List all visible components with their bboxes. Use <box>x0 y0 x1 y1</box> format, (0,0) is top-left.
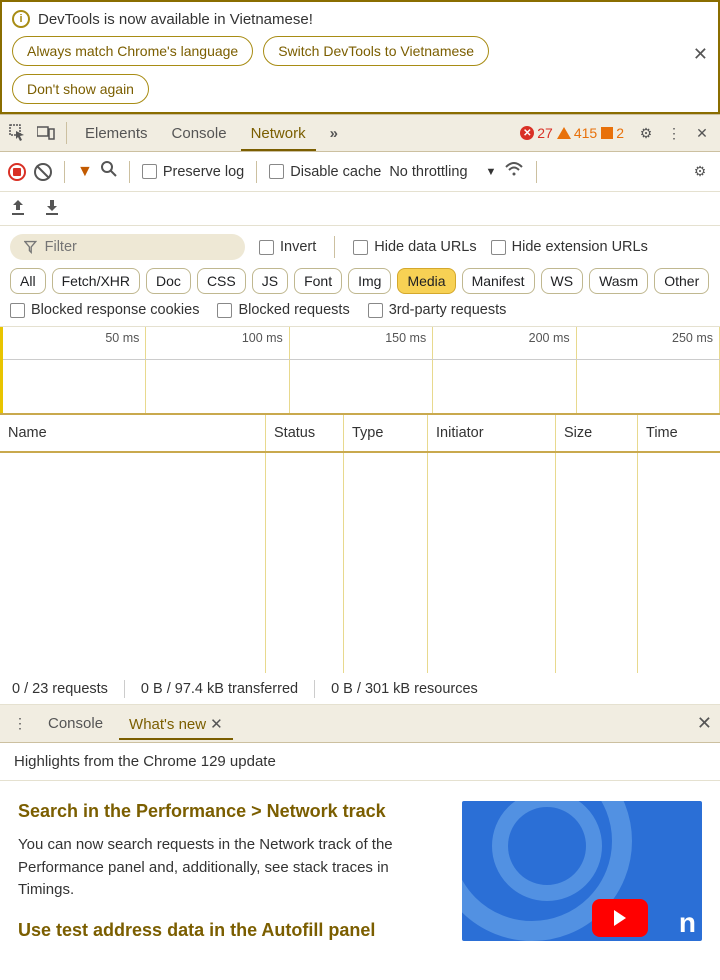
col-status[interactable]: Status <box>266 415 344 451</box>
drawer-tabs: ⋮ Console What's new✕ ✕ <box>0 705 720 743</box>
col-type[interactable]: Type <box>344 415 428 451</box>
col-name[interactable]: Name <box>0 415 266 451</box>
status-transferred: 0 B / 97.4 kB transferred <box>141 681 298 697</box>
switch-language-button[interactable]: Switch DevTools to Vietnamese <box>263 36 489 66</box>
filter-pill-manifest[interactable]: Manifest <box>462 268 535 294</box>
settings-icon[interactable]: ⚙ <box>634 121 658 145</box>
drawer-close-button[interactable]: ✕ <box>697 713 712 734</box>
filter-pill-js[interactable]: JS <box>252 268 288 294</box>
filter-pill-css[interactable]: CSS <box>197 268 246 294</box>
info-icon: i <box>12 10 30 28</box>
blocked-requests-checkbox[interactable]: Blocked requests <box>217 302 349 318</box>
drawer-subtitle: Highlights from the Chrome 129 update <box>0 743 720 781</box>
funnel-icon <box>24 240 37 254</box>
filter-pill-fetchxhr[interactable]: Fetch/XHR <box>52 268 140 294</box>
clear-button[interactable] <box>34 163 52 181</box>
filter-pill-font[interactable]: Font <box>294 268 342 294</box>
disable-cache-checkbox[interactable]: Disable cache <box>269 164 381 180</box>
match-language-button[interactable]: Always match Chrome's language <box>12 36 253 66</box>
drawer-kebab-icon[interactable]: ⋮ <box>8 712 32 736</box>
filter-section: Invert Hide data URLs Hide extension URL… <box>0 226 720 327</box>
banner-close-button[interactable]: ✕ <box>693 44 708 65</box>
col-size[interactable]: Size <box>556 415 638 451</box>
network-conditions-icon[interactable] <box>504 161 524 182</box>
timeline-label: 100 ms <box>242 331 283 345</box>
third-party-checkbox[interactable]: 3rd-party requests <box>368 302 507 318</box>
status-resources: 0 B / 301 kB resources <box>331 681 478 697</box>
close-panel-icon[interactable]: ✕ <box>690 121 714 145</box>
tab-more[interactable]: » <box>320 117 348 150</box>
network-table-header: Name Status Type Initiator Size Time <box>0 415 720 453</box>
filter-icon[interactable]: ▼ <box>77 163 93 181</box>
tab-console[interactable]: Console <box>162 117 237 150</box>
warning-count: 415 <box>574 125 597 141</box>
hide-ext-urls-checkbox[interactable]: Hide extension URLs <box>491 239 648 255</box>
issue-count: 2 <box>616 125 624 141</box>
col-initiator[interactable]: Initiator <box>428 415 556 451</box>
filter-pill-doc[interactable]: Doc <box>146 268 191 294</box>
video-text: n <box>679 907 696 939</box>
filter-pill-ws[interactable]: WS <box>541 268 584 294</box>
timeline-label: 200 ms <box>529 331 570 345</box>
warning-icon <box>557 127 571 139</box>
import-export-row <box>0 192 720 226</box>
drawer-tab-console[interactable]: Console <box>38 709 113 738</box>
col-time[interactable]: Time <box>638 415 720 451</box>
filter-input-wrap[interactable] <box>10 234 245 260</box>
filter-pill-media[interactable]: Media <box>397 268 455 294</box>
filter-pill-wasm[interactable]: Wasm <box>589 268 648 294</box>
kebab-icon[interactable]: ⋮ <box>662 121 686 145</box>
language-banner: i DevTools is now available in Vietnames… <box>0 0 720 114</box>
timeline-label: 150 ms <box>385 331 426 345</box>
tab-elements[interactable]: Elements <box>75 117 158 150</box>
preserve-log-checkbox[interactable]: Preserve log <box>142 164 244 180</box>
inspect-icon[interactable] <box>6 121 30 145</box>
play-icon <box>592 899 648 937</box>
invert-checkbox[interactable]: Invert <box>259 239 316 255</box>
download-icon[interactable] <box>44 198 60 219</box>
upload-icon[interactable] <box>10 198 26 219</box>
timeline-label: 250 ms <box>672 331 713 345</box>
main-toolbar: Elements Console Network » ✕27 415 2 ⚙ ⋮… <box>0 114 720 152</box>
close-tab-icon[interactable]: ✕ <box>210 716 223 733</box>
status-bar: 0 / 23 requests 0 B / 97.4 kB transferre… <box>0 673 720 705</box>
status-requests: 0 / 23 requests <box>12 681 108 697</box>
drawer-tab-whatsnew[interactable]: What's new✕ <box>119 709 233 739</box>
hide-data-urls-checkbox[interactable]: Hide data URLs <box>353 239 476 255</box>
filter-input[interactable] <box>45 239 231 255</box>
timeline-label: 50 ms <box>105 331 139 345</box>
issue-badges[interactable]: ✕27 415 2 <box>520 125 624 141</box>
article-heading-1: Search in the Performance > Network trac… <box>18 801 444 822</box>
whats-new-article: Search in the Performance > Network trac… <box>0 781 720 973</box>
throttling-select[interactable]: No throttling▼ <box>389 164 496 180</box>
issue-icon <box>601 127 613 139</box>
dont-show-button[interactable]: Don't show again <box>12 74 149 104</box>
record-button[interactable] <box>8 163 26 181</box>
video-thumbnail[interactable]: n <box>462 801 702 941</box>
filter-pill-other[interactable]: Other <box>654 268 709 294</box>
banner-title: DevTools is now available in Vietnamese! <box>38 11 313 28</box>
filter-pill-img[interactable]: Img <box>348 268 391 294</box>
device-icon[interactable] <box>34 121 58 145</box>
error-icon: ✕ <box>520 126 534 140</box>
network-settings-icon[interactable]: ⚙ <box>688 160 712 184</box>
search-icon[interactable] <box>101 161 117 182</box>
error-count: 27 <box>537 125 553 141</box>
network-table-body <box>0 453 720 673</box>
timeline-overview[interactable]: 50 ms 100 ms 150 ms 200 ms 250 ms <box>0 327 720 415</box>
filter-pill-all[interactable]: All <box>10 268 46 294</box>
article-paragraph-1: You can now search requests in the Netwo… <box>18 834 444 902</box>
blocked-cookies-checkbox[interactable]: Blocked response cookies <box>10 302 199 318</box>
network-toolbar: ▼ Preserve log Disable cache No throttli… <box>0 152 720 192</box>
article-heading-2: Use test address data in the Autofill pa… <box>18 920 444 941</box>
tab-network[interactable]: Network <box>241 117 316 150</box>
